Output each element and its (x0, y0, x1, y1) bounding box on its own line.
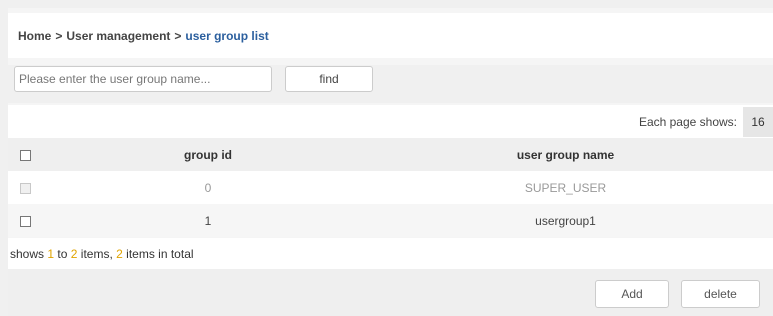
add-button[interactable]: Add (595, 280, 669, 308)
breadcrumb-current: user group list (185, 28, 269, 43)
page-size-label: Each page shows: (638, 114, 737, 129)
row-checkbox-cell (8, 204, 58, 237)
column-header-user-group-name[interactable]: user group name (358, 138, 773, 171)
group-id-cell: 1 (204, 213, 212, 228)
breadcrumb-separator: > (174, 28, 182, 43)
summary-total: 2 (116, 246, 123, 261)
breadcrumb: Home > User management > user group list (18, 29, 269, 43)
group-id-cell: 0 (204, 180, 212, 195)
summary-to-word: to (57, 246, 68, 261)
summary-total-suffix: items in total (126, 246, 194, 261)
table-row: 0 SUPER_USER (8, 171, 773, 204)
breadcrumb-user-management[interactable]: User management (66, 29, 170, 43)
row-checkbox (20, 182, 31, 194)
select-all-checkbox[interactable] (20, 149, 31, 161)
page-frame: Home>User management>user group list fin… (8, 8, 773, 316)
breadcrumb-bar: Home > User management > user group list (8, 13, 773, 58)
group-name-cell: SUPER_USER (524, 180, 607, 195)
action-bar: Add delete (8, 269, 773, 316)
group-name-search-input[interactable] (14, 66, 272, 92)
group-name-cell: usergroup1 (535, 213, 596, 228)
pagination-summary-bar: shows 1 to 2 items, 2 items in total (8, 238, 773, 269)
summary-prefix: shows (10, 246, 45, 261)
summary-items-word: items, (80, 246, 113, 261)
column-header-group-id[interactable]: group id (58, 138, 358, 171)
table-row: 1 usergroup1 (8, 204, 773, 237)
page-size-bar: Each page shows: 16 (8, 105, 773, 138)
breadcrumb-separator: > (55, 28, 63, 43)
summary-from: 1 (47, 246, 55, 261)
pagination-summary: shows 1 to 2 items, 2 items in total (10, 247, 194, 261)
page-size-select[interactable]: 16 (743, 106, 773, 137)
row-checkbox-cell (8, 171, 58, 204)
select-all-cell (8, 138, 58, 171)
user-group-table: group id user group name 0 SUPER_USER 1 … (8, 138, 773, 237)
delete-button[interactable]: delete (681, 280, 760, 308)
row-checkbox[interactable] (20, 215, 31, 227)
find-button[interactable]: find (285, 66, 373, 92)
summary-to: 2 (70, 246, 78, 261)
breadcrumb-home[interactable]: Home (18, 29, 51, 43)
table-header-row: group id user group name (8, 138, 773, 171)
